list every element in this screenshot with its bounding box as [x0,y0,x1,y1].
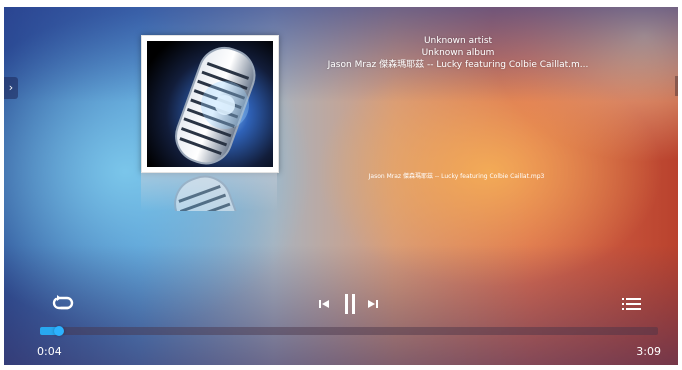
pause-button[interactable] [342,293,358,315]
seek-bar[interactable] [40,326,658,336]
music-player-screen: › Unknown artist Unknown album Jason Mra… [4,7,678,365]
microphone-artwork [147,41,273,167]
album-art [141,35,279,173]
playlist-icon [622,298,641,310]
album-name: Unknown album [421,48,495,58]
skip-next-icon [368,300,378,308]
repeat-button[interactable] [51,293,75,313]
artist-name: Unknown artist [423,36,493,46]
track-title: Jason Mraz 傑森瑪耶茲 -- Lucky featuring Colb… [327,60,589,70]
repeat-icon [52,295,74,310]
total-duration: 3:09 [636,345,661,358]
skip-previous-icon [319,300,329,308]
next-track-button[interactable] [366,297,380,311]
side-drawer-tab[interactable]: › [4,77,18,99]
seek-bar-thumb[interactable] [53,326,64,336]
album-art-reflection [141,173,277,211]
playlist-button[interactable] [621,296,643,312]
pause-icon [345,294,355,314]
track-info: Unknown artist Unknown album Jason Mraz … [324,35,592,71]
file-name: Jason Mraz 傑森瑪耶茲 -- Lucky featuring Colb… [368,173,545,180]
elapsed-time: 0:04 [37,345,62,358]
previous-track-button[interactable] [317,297,331,311]
chevron-right-icon: › [8,81,14,94]
right-edge-handle[interactable] [675,76,678,96]
